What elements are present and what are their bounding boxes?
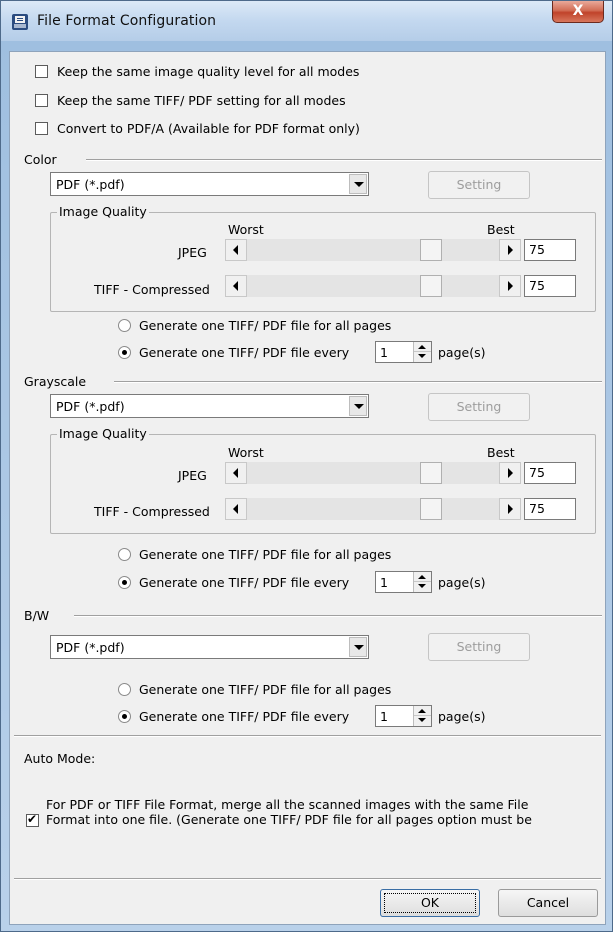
grayscale-tiff-value-field[interactable]: 75 (524, 498, 576, 520)
scanner-app-icon (12, 14, 28, 30)
auto-merge-line1: For PDF or TIFF File Format, merge all t… (46, 797, 529, 812)
bw-pages-spinner[interactable]: 1 (375, 705, 432, 727)
pdfa-checkbox[interactable] (35, 122, 48, 135)
grayscale-jpeg-value-field[interactable]: 75 (524, 462, 576, 484)
color-pages-unit: page(s) (438, 345, 486, 360)
pdfa-label: Convert to PDF/A (Available for PDF form… (57, 121, 360, 136)
focus-rect (384, 893, 476, 913)
grayscale-setting-button[interactable]: Setting (428, 393, 530, 421)
bw-format-dropdown[interactable]: PDF (*.pdf) (50, 635, 369, 659)
close-button[interactable]: X (552, 1, 604, 23)
arrow-right-icon[interactable] (499, 498, 521, 520)
grayscale-separator (114, 381, 602, 383)
color-pages-value: 1 (380, 345, 388, 360)
spinner-updown-icon[interactable] (413, 342, 431, 362)
bw-radio-all-pages[interactable] (118, 683, 131, 696)
color-radio-all-label: Generate one TIFF/ PDF file for all page… (139, 318, 392, 333)
chevron-down-icon[interactable] (349, 396, 367, 416)
title-bar[interactable]: File Format Configuration X (1, 1, 612, 41)
slider-thumb[interactable] (420, 239, 442, 261)
slider-thumb[interactable] (420, 498, 442, 520)
color-radio-every-label: Generate one TIFF/ PDF file every (139, 345, 350, 360)
auto-mode-separator (14, 735, 601, 737)
auto-mode-heading: Auto Mode: (24, 751, 96, 766)
grayscale-radio-all-pages[interactable] (118, 548, 131, 561)
grayscale-image-quality-title: Image Quality (57, 426, 149, 441)
grayscale-format-value: PDF (*.pdf) (56, 399, 125, 414)
arrow-right-icon[interactable] (499, 239, 521, 261)
grayscale-tiff-slider[interactable] (225, 498, 521, 520)
grayscale-worst-label: Worst (228, 445, 264, 460)
dialog-window: File Format Configuration X Keep the sam… (0, 0, 613, 932)
ok-button[interactable]: OK (380, 889, 480, 917)
color-jpeg-slider[interactable] (225, 239, 521, 261)
auto-merge-line2: Format into one file. (Generate one TIFF… (46, 812, 532, 827)
close-icon: X (572, 3, 584, 19)
bw-setting-button[interactable]: Setting (428, 633, 530, 661)
spinner-updown-icon[interactable] (413, 706, 431, 726)
color-heading: Color (24, 152, 57, 167)
color-tiff-label: TIFF - Compressed (94, 282, 210, 297)
color-separator (86, 159, 602, 161)
color-image-quality-title: Image Quality (57, 204, 149, 219)
arrow-right-icon[interactable] (499, 275, 521, 297)
grayscale-heading: Grayscale (24, 374, 87, 389)
spinner-updown-icon[interactable] (413, 572, 431, 592)
same-tiff-pdf-label: Keep the same TIFF/ PDF setting for all … (57, 93, 346, 108)
grayscale-radio-all-label: Generate one TIFF/ PDF file for all page… (139, 547, 392, 562)
grayscale-format-dropdown[interactable]: PDF (*.pdf) (50, 394, 369, 418)
chevron-down-icon[interactable] (349, 637, 367, 657)
same-quality-checkbox[interactable] (35, 65, 48, 78)
arrow-left-icon[interactable] (225, 498, 247, 520)
arrow-right-icon[interactable] (499, 462, 521, 484)
grayscale-pages-unit: page(s) (438, 575, 486, 590)
bw-format-value: PDF (*.pdf) (56, 640, 125, 655)
arrow-left-icon[interactable] (225, 275, 247, 297)
color-tiff-value-field[interactable]: 75 (524, 275, 576, 297)
chevron-down-icon[interactable] (349, 174, 367, 194)
color-radio-all-pages[interactable] (118, 319, 131, 332)
same-tiff-pdf-checkbox[interactable] (35, 94, 48, 107)
arrow-left-icon[interactable] (225, 462, 247, 484)
grayscale-radio-every-label: Generate one TIFF/ PDF file every (139, 575, 350, 590)
bw-radio-every-label: Generate one TIFF/ PDF file every (139, 709, 350, 724)
bw-heading: B/W (24, 608, 50, 623)
color-jpeg-value-field[interactable]: 75 (524, 239, 576, 261)
color-pages-spinner[interactable]: 1 (375, 341, 432, 363)
arrow-left-icon[interactable] (225, 239, 247, 261)
color-worst-label: Worst (228, 222, 264, 237)
grayscale-jpeg-slider[interactable] (225, 462, 521, 484)
grayscale-tiff-label: TIFF - Compressed (94, 504, 210, 519)
bw-separator (74, 615, 602, 617)
bw-pages-unit: page(s) (438, 709, 486, 724)
bw-radio-every[interactable] (118, 710, 131, 723)
bw-radio-all-label: Generate one TIFF/ PDF file for all page… (139, 682, 392, 697)
grayscale-pages-spinner[interactable]: 1 (375, 571, 432, 593)
auto-merge-checkbox[interactable] (26, 812, 39, 827)
grayscale-jpeg-label: JPEG (178, 468, 207, 483)
grayscale-radio-every[interactable] (118, 576, 131, 589)
footer-separator (14, 878, 601, 880)
color-format-value: PDF (*.pdf) (56, 177, 125, 192)
color-best-label: Best (487, 222, 515, 237)
grayscale-pages-value: 1 (380, 575, 388, 590)
window-title: File Format Configuration (37, 13, 217, 29)
color-format-dropdown[interactable]: PDF (*.pdf) (50, 172, 369, 196)
color-setting-button[interactable]: Setting (428, 171, 530, 199)
bw-pages-value: 1 (380, 709, 388, 724)
grayscale-best-label: Best (487, 445, 515, 460)
slider-thumb[interactable] (420, 275, 442, 297)
dialog-client-area: Keep the same image quality level for al… (9, 51, 606, 925)
color-jpeg-label: JPEG (178, 245, 207, 260)
same-quality-label: Keep the same image quality level for al… (57, 64, 360, 79)
color-tiff-slider[interactable] (225, 275, 521, 297)
color-radio-every[interactable] (118, 346, 131, 359)
slider-thumb[interactable] (420, 462, 442, 484)
cancel-button[interactable]: Cancel (498, 889, 598, 917)
